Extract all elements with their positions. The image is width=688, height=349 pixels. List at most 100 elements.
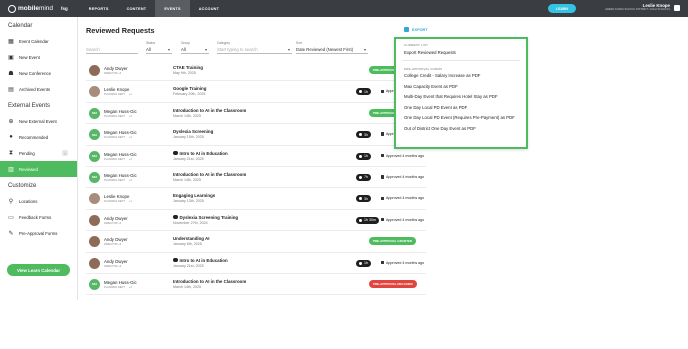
event-date: February 20th, 2025 <box>173 92 206 97</box>
dropdown-divider <box>402 59 520 61</box>
app-frame: mobile mind fsg REPORTS CONTENT EVENTS AC… <box>0 0 688 300</box>
event-name[interactable]: Google Training <box>173 86 206 91</box>
export-reviewed-requests-item[interactable]: Export Reviewed Requests <box>396 47 526 58</box>
sidebar-item-pending[interactable]: ⧗ Pending › <box>0 145 77 161</box>
main-nav: REPORTS CONTENT EVENTS ACCOUNT <box>80 0 228 17</box>
export-form-item[interactable]: Multi-Day Event that Requires Hotel Stay… <box>396 92 526 103</box>
more-groups-count: +3 <box>128 136 132 140</box>
status-filter-select[interactable]: All ▾ <box>146 46 172 54</box>
export-form-item[interactable]: Max Capacity Event as PDF <box>396 81 526 92</box>
event-name[interactable]: Understanding AI <box>173 236 209 241</box>
event-name[interactable]: Dyslexia Screening <box>173 129 213 134</box>
export-button[interactable]: EXPORT <box>404 27 428 32</box>
hours-value: 1h 30m <box>364 218 376 223</box>
view-learn-calendar-button[interactable]: View Learn Calendar <box>7 264 70 276</box>
requester-name[interactable]: Megan Huss-Gic <box>104 280 137 285</box>
event-name[interactable]: Introduction to AI in the Classroom <box>173 108 246 113</box>
table-row[interactable]: MH Megan Huss-Gic PLANNING DEPT +3 Introduct… <box>86 274 426 296</box>
learn-button[interactable]: LEARN <box>548 4 576 13</box>
requester-dept: DIRECTOR +4 <box>104 222 121 225</box>
sidebar-heading-external: External Events <box>8 103 51 109</box>
approval-status-text: Approved 4 months ago <box>386 196 425 201</box>
requester-dept: PLANNING DEPT +3 <box>104 286 132 289</box>
sidebar-item-archived-events[interactable]: ▤ Archived Events <box>0 81 77 97</box>
table-row[interactable]: MH Megan Huss-Gic PLANNING DEPT +3 Dyslexia … <box>86 124 426 146</box>
sidebar-item-new-event[interactable]: ▣ New Event <box>0 49 77 65</box>
event-name[interactable]: CTAE Training <box>173 65 203 70</box>
event-name[interactable]: Dyslexia Screening Training <box>173 215 238 220</box>
event-date: January 6th, 2025 <box>173 242 202 247</box>
requester-name[interactable]: Andy Dwyer <box>104 66 128 71</box>
pencil-icon: ✎ <box>8 230 14 237</box>
table-row[interactable]: Andy Dwyer DIRECTOR +4 Intro to AI in Educ… <box>86 253 426 274</box>
sort-select[interactable]: Date Reviewed (Newest First) ▾ <box>296 46 368 54</box>
hours-badge: 1h <box>356 88 371 96</box>
export-form-item[interactable]: Out of District One Day Event as PDF <box>396 123 526 134</box>
nav-account[interactable]: ACCOUNT <box>190 0 228 17</box>
sidebar-item-locations[interactable]: ⚲ Locations <box>0 193 77 209</box>
approval-status: Approved 4 months ago <box>381 261 424 265</box>
category-filter-input[interactable]: Start typing to search ▾ <box>217 46 292 54</box>
export-label: EXPORT <box>412 27 428 32</box>
sidebar-item-recommended[interactable]: ● Recommended <box>0 129 77 145</box>
requester-name[interactable]: Andy Dwyer <box>104 216 128 221</box>
clock-icon <box>359 218 362 222</box>
export-form-item[interactable]: One Day Local PD Event as PDF <box>396 102 526 113</box>
event-name[interactable]: Introduction to AI in the Classroom <box>173 279 246 284</box>
requester-name[interactable]: Megan Huss-Gic <box>104 109 137 114</box>
event-name-text: Introduction to AI in the Classroom <box>173 171 247 177</box>
nav-reports[interactable]: REPORTS <box>80 0 118 17</box>
requester-dept-text: PLANNING DEPT <box>104 178 125 182</box>
event-name[interactable]: Intro to AI in Education <box>173 151 228 156</box>
requester-name[interactable]: Megan Huss-Gic <box>104 152 137 157</box>
more-groups-count: +3 <box>128 285 132 289</box>
chevron-down-icon: ▾ <box>167 47 170 52</box>
sidebar-item-new-conference[interactable]: ☗ New Conference <box>0 65 77 81</box>
nav-events[interactable]: EVENTS <box>155 0 190 17</box>
table-row[interactable]: Andy Dwyer DIRECTOR +4 Dyslexia Screening … <box>86 210 426 232</box>
event-name[interactable]: Introduction to AI in the Classroom <box>173 172 246 177</box>
requester-name[interactable]: Andy Dwyer <box>104 259 128 264</box>
chevron-right-icon[interactable]: › <box>62 150 68 156</box>
nav-content[interactable]: CONTENT <box>118 0 156 17</box>
logo[interactable]: mobile mind <box>8 4 53 13</box>
sidebar-item-label: Feedback Forms <box>19 214 52 220</box>
event-name-text: Understanding AI <box>173 236 210 242</box>
search-input[interactable]: Search <box>86 46 138 54</box>
event-name[interactable]: Intro to AI in Education <box>173 258 228 263</box>
chevron-down-icon: ▾ <box>363 47 366 52</box>
table-row[interactable]: MH Megan Huss-Gic PLANNING DEPT +3 Introduct… <box>86 103 426 125</box>
sidebar-item-new-external-event[interactable]: ⊕ New External Event <box>0 113 77 129</box>
status-filter-label: Status <box>146 41 156 45</box>
avatar: MH <box>89 150 100 162</box>
requester-name[interactable]: Megan Huss-Gic <box>104 130 137 135</box>
requester-name[interactable]: Megan Huss-Gic <box>104 173 137 178</box>
table-row[interactable]: MH Megan Huss-Gic PLANNING DEPT +3 Introduct… <box>86 167 426 189</box>
requester-name[interactable]: Andy Dwyer <box>104 237 128 242</box>
requester-name[interactable]: Leslie Knope <box>104 87 129 92</box>
table-row[interactable]: Andy Dwyer DIRECTOR +4 Understanding AI Jan… <box>86 231 426 253</box>
sidebar-item-pre-approval-forms[interactable]: ✎ Pre-Approval Forms <box>0 225 77 241</box>
user-menu[interactable]: Leslie Knope GREEN ACRES SCHOOL DISTRICT… <box>590 3 682 11</box>
event-name[interactable]: Engaging Learnings <box>173 193 215 198</box>
group-filter-select[interactable]: All ▾ <box>181 46 209 54</box>
export-form-item[interactable]: College Credit - Salary Increase as PDF <box>396 71 526 82</box>
table-row[interactable]: Leslie Knope PLANNING DEPT +1 Engaging Lear… <box>86 188 426 210</box>
sidebar-item-feedback-forms[interactable]: ▭ Feedback Forms <box>0 209 77 225</box>
sidebar-item-reviewed[interactable]: ▥ Reviewed <box>0 161 77 177</box>
export-form-item[interactable]: One Day Local PD Event (Requires Pre-Pay… <box>396 113 526 124</box>
clock-icon <box>359 197 362 201</box>
approval-status-text: Approved 4 months ago <box>386 260 425 265</box>
sidebar-item-event-calendar[interactable]: ▦ Event Calendar <box>0 33 77 49</box>
avatar <box>89 214 100 226</box>
approval-status: Approved 4 months ago <box>381 196 424 200</box>
notification-icon[interactable] <box>674 5 680 11</box>
check-circle-icon: ● <box>9 134 13 140</box>
page-title: Reviewed Requests <box>86 26 155 35</box>
table-row[interactable]: MH Megan Huss-Gic PLANNING DEPT +3 Intro to … <box>86 146 426 167</box>
table-row[interactable]: Leslie Knope PLANNING DEPT +1 Google Traini… <box>86 81 426 103</box>
clock-icon <box>359 261 362 265</box>
logo-icon <box>8 4 16 13</box>
table-row[interactable]: Andy Dwyer DIRECTOR +4 CTAE Training May 9t… <box>86 60 426 82</box>
requester-name[interactable]: Leslie Knope <box>104 194 129 199</box>
